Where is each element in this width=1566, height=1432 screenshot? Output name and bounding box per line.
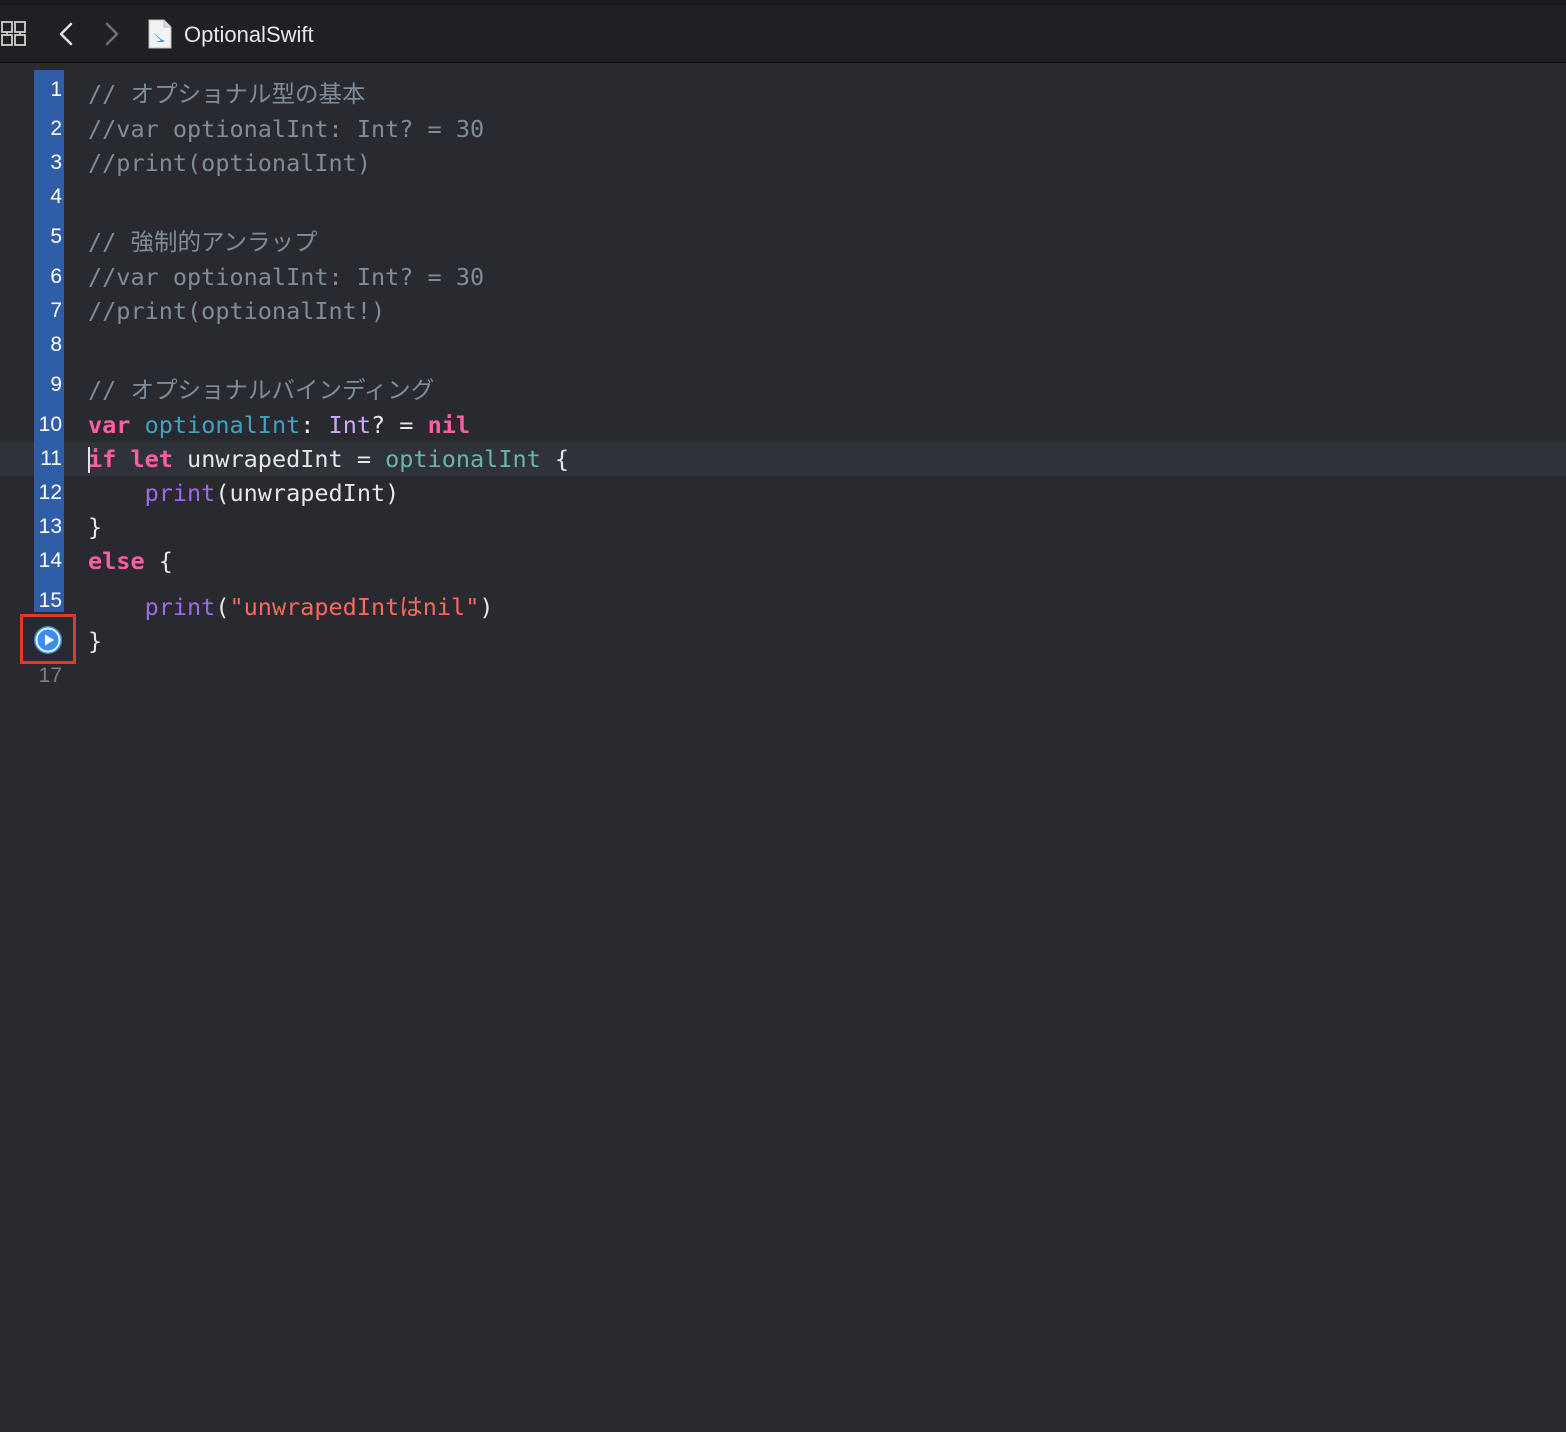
code-token-comment: // オプショナル型の基本 (88, 80, 366, 108)
code-line[interactable]: var optionalInt: Int? = nil (88, 408, 470, 442)
line-number[interactable]: 4 (28, 182, 62, 212)
line-number[interactable]: 8 (28, 330, 62, 360)
line-number[interactable]: 5 (28, 222, 62, 252)
editor-grid-icon[interactable] (1, 21, 27, 47)
code-line[interactable]: // オプショナルバインディング (88, 373, 434, 407)
code-line[interactable]: if let unwrapedInt = optionalInt { (88, 442, 569, 476)
code-token-kw: else (88, 547, 145, 575)
code-token-plain: } (88, 627, 103, 655)
code-token-comment: // オプショナルバインディング (88, 376, 435, 404)
code-token-kw: var (88, 411, 131, 439)
file-title[interactable]: OptionalSwift (184, 21, 314, 49)
code-token-plain: : (300, 411, 329, 439)
code-token-str: "unwrapedIntはnil" (229, 593, 480, 621)
code-token-kw: if (88, 445, 117, 473)
code-token-plain: ) (479, 593, 494, 621)
line-number[interactable]: 10 (28, 410, 62, 440)
line-number[interactable]: 12 (28, 478, 62, 508)
line-number[interactable]: 17 (28, 661, 62, 691)
code-line[interactable]: } (88, 510, 102, 544)
code-token-plain: ? = (371, 411, 428, 439)
text-cursor (88, 447, 90, 473)
code-line[interactable]: //var optionalInt: Int? = 30 (88, 112, 484, 146)
line-number[interactable]: 6 (28, 262, 62, 292)
editor-jump-bar: OptionalSwift (0, 5, 1566, 63)
line-number[interactable]: 3 (28, 148, 62, 178)
chevron-right-icon[interactable] (98, 19, 126, 49)
line-number[interactable]: 13 (28, 512, 62, 542)
code-token-comment: //print(optionalInt!) (88, 297, 386, 325)
line-number[interactable]: 2 (28, 114, 62, 144)
line-number[interactable]: 15 (28, 586, 62, 616)
code-token-var: optionalInt (385, 445, 541, 473)
code-token-fn: print (144, 479, 216, 507)
play-circle-icon[interactable] (33, 625, 63, 655)
code-token-type: Int (328, 411, 371, 439)
line-number[interactable]: 11 (28, 444, 62, 474)
line-number[interactable]: 9 (28, 370, 62, 400)
code-line[interactable]: //print(optionalInt!) (88, 294, 385, 328)
code-token-kw: nil (427, 411, 471, 439)
line-number[interactable]: 14 (28, 546, 62, 576)
code-line[interactable]: } (88, 624, 102, 658)
code-token-comment: //print(optionalInt) (88, 149, 371, 177)
swift-file-icon (148, 19, 172, 49)
code-token-plain: ( (215, 593, 230, 621)
line-number[interactable]: 7 (28, 296, 62, 326)
chevron-left-icon[interactable] (52, 19, 80, 49)
code-editor[interactable]: 1 2 3 4 5 6 7 8 9 10 11 12 13 14 15 17 /… (0, 63, 1566, 1432)
code-token-plain: { (540, 445, 570, 473)
code-token-comment: //var optionalInt: Int? = 30 (88, 115, 485, 143)
line-number[interactable]: 1 (28, 75, 62, 105)
code-line[interactable]: //var optionalInt: Int? = 30 (88, 260, 484, 294)
code-token-decl: optionalInt (144, 411, 301, 439)
code-token-comment: // 強制的アンラップ (88, 228, 318, 256)
code-token-fn: print (144, 593, 216, 621)
code-line[interactable]: else { (88, 544, 173, 578)
code-line[interactable]: print("unwrapedIntはnil") (88, 590, 494, 624)
code-token-plain: } (88, 513, 103, 541)
code-line[interactable]: //print(optionalInt) (88, 146, 371, 180)
code-token-plain: { (144, 547, 173, 575)
code-token-plain: unwrapedInt = (172, 445, 386, 473)
code-token-kw: let (130, 445, 173, 473)
code-line[interactable]: // オプショナル型の基本 (88, 77, 365, 111)
code-token-plain: (unwrapedInt) (215, 479, 400, 507)
code-token-comment: //var optionalInt: Int? = 30 (88, 263, 485, 291)
code-line[interactable]: // 強制的アンラップ (88, 225, 318, 259)
code-line[interactable]: print(unwrapedInt) (88, 476, 400, 510)
